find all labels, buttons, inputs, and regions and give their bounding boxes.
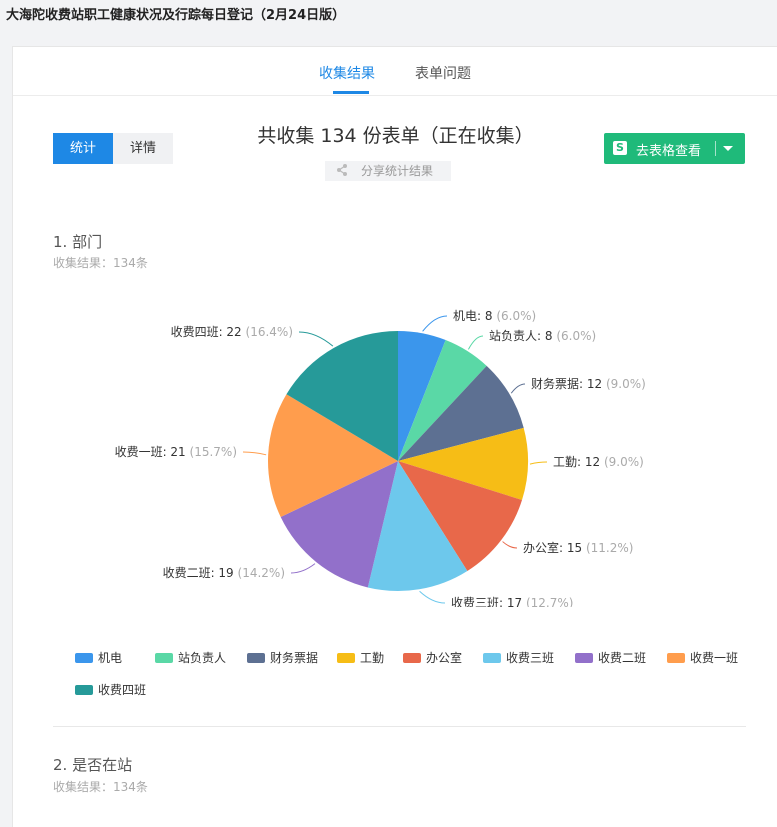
- legend-swatch: [483, 653, 501, 663]
- legend-swatch: [403, 653, 421, 663]
- question-2-count: 收集结果：134条: [53, 780, 148, 794]
- question-2-title: 2. 是否在站: [53, 756, 133, 774]
- pie-data-label-4: 办公室: 15 (11.2%): [523, 540, 633, 555]
- pie-data-label-7: 收费一班: 21 (15.7%): [115, 445, 237, 459]
- pie-data-label-5: 收费三班: 17 (12.7%): [451, 596, 573, 607]
- pie-leader-line-1: [467, 335, 484, 350]
- legend-label: 收费二班: [598, 651, 647, 665]
- legend-label: 机电: [98, 651, 123, 665]
- legend-label: 工勤: [360, 651, 385, 665]
- legend-swatch: [155, 653, 173, 663]
- legend-swatch: [75, 653, 93, 663]
- legend-swatch: [247, 653, 265, 663]
- pie-leader-line-2: [510, 383, 526, 394]
- pie-data-label-2: 财务票据: 12 (9.0%): [531, 376, 646, 391]
- legend-label: 办公室: [426, 651, 463, 665]
- legend-label: 收费一班: [690, 651, 739, 665]
- legend-label: 站负责人: [178, 651, 227, 665]
- legend-label: 收费四班: [98, 683, 147, 697]
- pie-leader-line-0: [422, 315, 448, 332]
- legend-swatch: [75, 685, 93, 695]
- legend-swatch: [337, 653, 355, 663]
- pie-leader-line-8: [298, 331, 334, 347]
- pie-leader-line-4: [502, 541, 518, 549]
- legend-swatch: [575, 653, 593, 663]
- page-title: 大海陀收费站职工健康状况及行踪每日登记（2月24日版）: [6, 8, 346, 23]
- legend-label: 收费三班: [506, 651, 555, 665]
- pie-data-label-1: 站负责人: 8 (6.0%): [489, 329, 596, 343]
- pie-leader-line-5: [419, 590, 446, 604]
- pie-leader-line-7: [242, 451, 267, 456]
- pie-data-label-0: 机电: 8 (6.0%): [453, 309, 536, 323]
- pie-data-label-8: 收费四班: 22 (16.4%): [171, 325, 293, 339]
- legend-swatch: [667, 653, 685, 663]
- department-pie-chart: 机电: 8 (6.0%) 站负责人: 8 (6.0%) 财务票据: 12 (9.0%…: [115, 309, 646, 607]
- pie-leader-line-3: [529, 461, 548, 465]
- results-card: 收集结果 表单问题 统计 详情 共收集 134 份表单（正在收集） 分享统计结果…: [12, 46, 777, 827]
- pie-data-label-3: 工勤: 12 (9.0%): [553, 455, 644, 469]
- legend-label: 财务票据: [270, 651, 319, 665]
- section-divider: [53, 726, 746, 727]
- pie-data-label-6: 收费二班: 19 (14.2%): [163, 566, 285, 580]
- pie-leader-line-6: [290, 563, 316, 574]
